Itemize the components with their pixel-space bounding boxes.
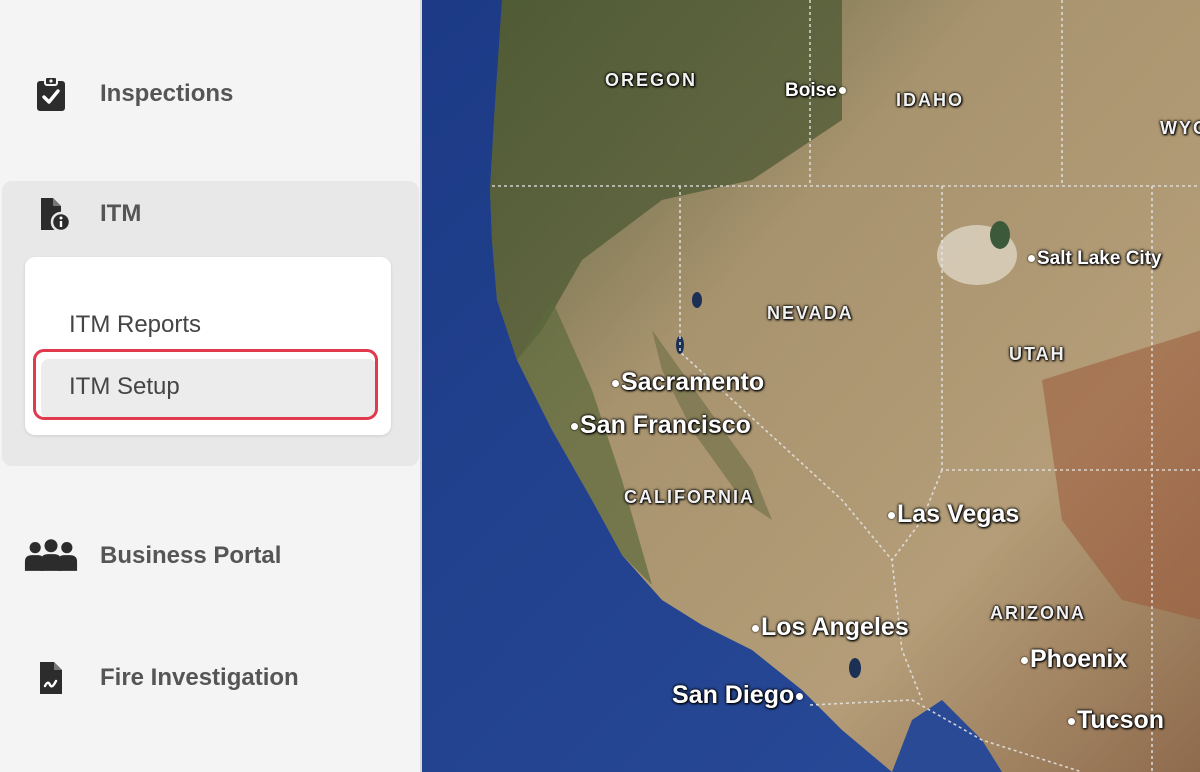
file-info-icon: [24, 194, 78, 234]
map-label-state: IDAHO: [896, 90, 964, 110]
map-label-city: Tucson: [1066, 706, 1164, 735]
map-label-city: Salt Lake City: [1026, 248, 1162, 270]
file-signature-icon: [24, 658, 78, 698]
submenu-item-itm-reports[interactable]: ITM Reports: [25, 297, 391, 353]
nav-item-inspections[interactable]: Inspections: [0, 64, 420, 124]
submenu-item-label: ITM Reports: [69, 311, 202, 338]
nav-item-label: Fire Investigation: [100, 664, 299, 691]
users-group-icon: [24, 536, 78, 576]
map-label-city: San Francisco: [569, 411, 751, 440]
nav-item-label: Business Portal: [100, 542, 282, 569]
nav-item-label: Inspections: [100, 80, 234, 107]
map-label-city: Phoenix: [1019, 645, 1127, 674]
nav-item-label: ITM: [100, 200, 142, 227]
map-label-state: UTAH: [1009, 344, 1066, 364]
clipboard-check-icon: [24, 74, 78, 114]
map-label-city: Los Angeles: [750, 613, 909, 642]
nav-item-itm[interactable]: ITM: [0, 184, 420, 244]
map-label-city: Boise: [785, 80, 848, 102]
map-label-state: NEVADA: [767, 303, 854, 323]
nav-item-business-portal[interactable]: Business Portal: [0, 526, 420, 586]
map-label-state: WYO: [1160, 118, 1200, 138]
map-label-city: Las Vegas: [886, 500, 1019, 529]
map-label-city: San Diego: [672, 681, 805, 710]
submenu-item-itm-setup[interactable]: ITM Setup: [25, 357, 391, 419]
map-label-state: ARIZONA: [990, 603, 1086, 623]
map-label-state: OREGON: [605, 70, 698, 90]
submenu-item-label: ITM Setup: [69, 373, 180, 400]
nav-item-fire-investigation[interactable]: Fire Investigation: [0, 648, 420, 708]
satellite-map[interactable]: OREGON IDAHO WYO NEVADA UTAH CALIFORNIA …: [420, 0, 1200, 772]
sidebar: Inspections ITM ITM Reports ITM Setup Bu…: [0, 0, 420, 772]
itm-submenu: ITM Reports ITM Setup: [25, 257, 391, 435]
map-label-city: Sacramento: [610, 368, 764, 397]
map-label-state: CALIFORNIA: [624, 487, 755, 507]
